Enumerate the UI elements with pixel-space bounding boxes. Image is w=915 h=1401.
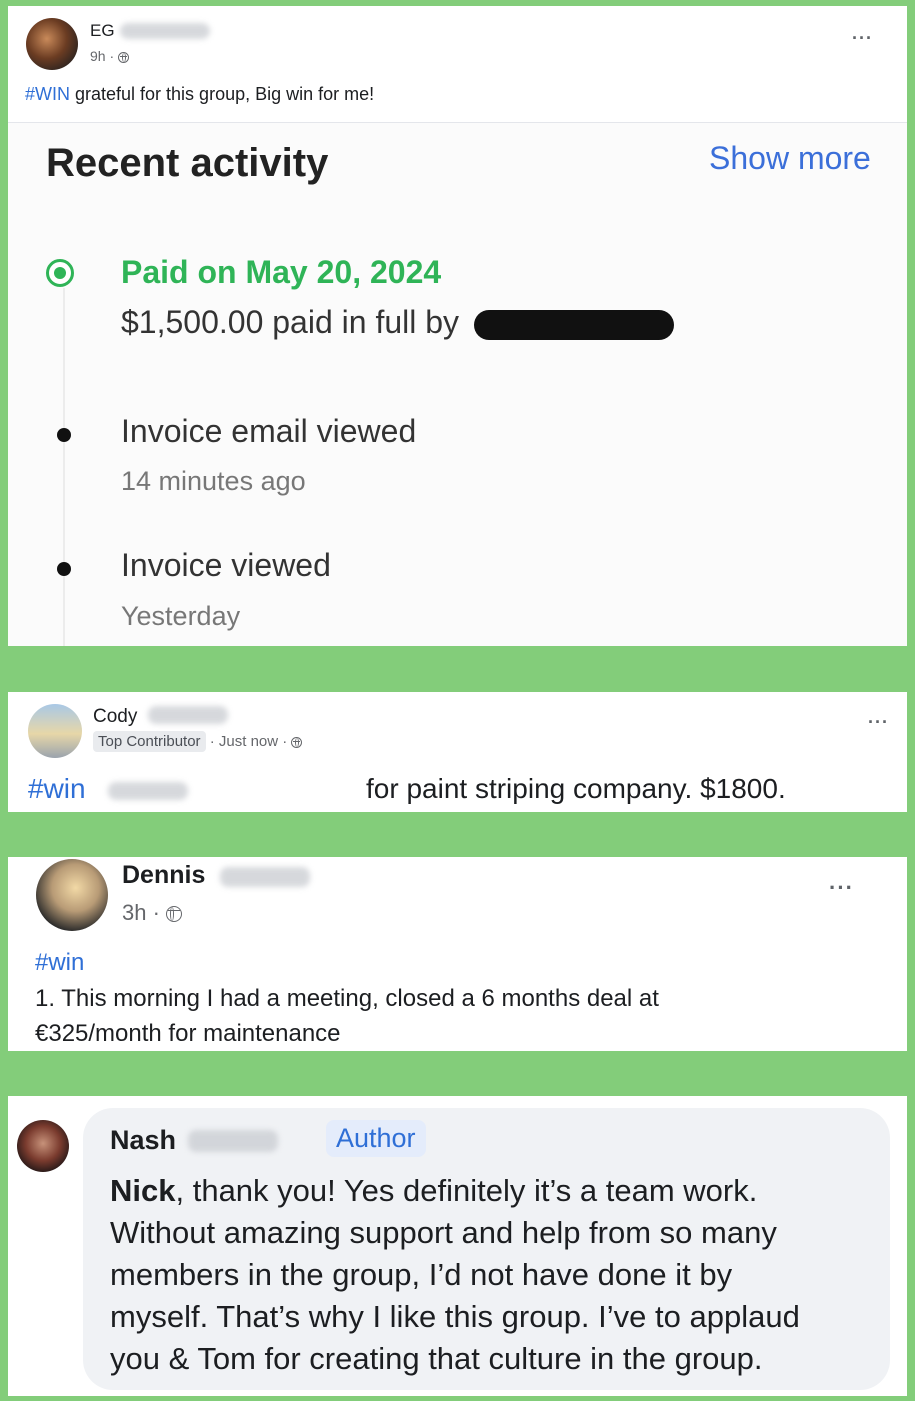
blurred-surname: [148, 706, 228, 724]
comment-line: Without amazing support and help from so…: [110, 1215, 777, 1250]
avatar-eg[interactable]: [26, 18, 78, 70]
more-options-icon[interactable]: ···: [868, 712, 889, 733]
more-options-icon[interactable]: ···: [829, 875, 854, 901]
activity-item-title: Invoice viewed: [121, 547, 331, 583]
post-body-line: €325/month for maintenance: [35, 1020, 341, 1047]
more-options-icon[interactable]: ···: [852, 28, 873, 49]
blurred-surname: [220, 867, 310, 887]
activity-item-detail: $1,500.00 paid in full by: [121, 304, 674, 341]
hashtag-link[interactable]: #win: [28, 773, 86, 805]
hashtag-link[interactable]: #win: [35, 949, 84, 977]
avatar-nash[interactable]: [17, 1120, 69, 1172]
author-name[interactable]: EG: [90, 21, 115, 41]
activity-screenshot: Recent activity Show more Paid on May 20…: [8, 123, 907, 646]
activity-item-detail: 14 minutes ago: [121, 466, 306, 496]
top-contributor-badge[interactable]: Top Contributor: [93, 731, 206, 752]
activity-title: Recent activity: [46, 141, 329, 185]
globe-icon: [291, 736, 303, 748]
payment-amount: $1,500.00 paid in full by: [121, 304, 460, 340]
author-name[interactable]: Dennis: [122, 861, 205, 890]
blurred-text: [108, 782, 188, 800]
post-time[interactable]: · Just now ·: [210, 733, 288, 750]
activity-item-title: Invoice email viewed: [121, 413, 417, 449]
post-body: grateful for this group, Big win for me!: [70, 84, 375, 104]
avatar-cody[interactable]: [28, 704, 82, 758]
blurred-surname: [188, 1130, 278, 1152]
activity-item-detail: Yesterday: [121, 601, 241, 631]
blurred-surname: [120, 23, 210, 39]
show-more-link[interactable]: Show more: [709, 140, 871, 177]
comment-line: members in the group, I’d not have done …: [110, 1257, 733, 1292]
post-body-line: 1. This morning I had a meeting, closed …: [35, 985, 659, 1012]
timeline-dot: [57, 562, 71, 576]
post-text: #WIN grateful for this group, Big win fo…: [25, 84, 374, 105]
comment-line: Nick, thank you! Yes definitely it’s a t…: [110, 1173, 758, 1208]
post-card-cody: Cody Top Contributor · Just now · ··· #w…: [8, 692, 907, 812]
post-meta: 3h ·: [122, 900, 183, 926]
post-meta: 9h ·: [90, 48, 130, 64]
comment-card-nash: Nash Author Nick, thank you! Yes definit…: [8, 1096, 907, 1396]
author-badge[interactable]: Author: [326, 1120, 426, 1157]
author-name[interactable]: Nash: [110, 1125, 176, 1156]
timeline-dot: [57, 428, 71, 442]
paid-check-icon: [46, 259, 74, 287]
redaction-mark: [473, 309, 674, 340]
avatar-dennis[interactable]: [36, 859, 108, 931]
post-body: for paint striping company. $1800.: [366, 773, 786, 804]
post-time[interactable]: 9h ·: [90, 48, 114, 64]
comment-line: you & Tom for creating that culture in t…: [110, 1341, 763, 1376]
author-name[interactable]: Cody: [93, 706, 137, 728]
activity-item-title: Paid on May 20, 2024: [121, 254, 442, 290]
mentioned-name[interactable]: Nick: [110, 1173, 175, 1208]
comment-text: Nick, thank you! Yes definitely it’s a t…: [110, 1170, 800, 1380]
globe-icon: [118, 51, 130, 63]
post-time[interactable]: 3h ·: [122, 900, 160, 925]
globe-icon: [166, 906, 183, 923]
timeline-line: [63, 288, 65, 646]
comment-line: myself. That’s why I like this group. I’…: [110, 1299, 800, 1334]
post-card-eg: EG 9h · ··· #WIN grateful for this group…: [8, 6, 907, 646]
hashtag-link[interactable]: #WIN: [25, 84, 70, 104]
post-meta: Top Contributor · Just now ·: [93, 731, 303, 752]
post-card-dennis: Dennis 3h · ··· #win 1. This morning I h…: [8, 857, 907, 1051]
comment-bubble: Nash Author Nick, thank you! Yes definit…: [83, 1108, 890, 1390]
